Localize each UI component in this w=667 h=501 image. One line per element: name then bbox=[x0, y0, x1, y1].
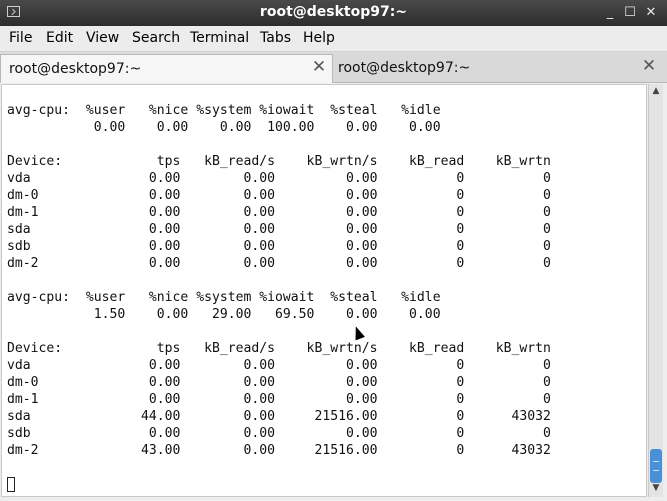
tab-close-icon[interactable]: ✕ bbox=[641, 58, 657, 75]
menu-edit[interactable]: Edit bbox=[46, 30, 73, 46]
scrollbar-thumb[interactable] bbox=[650, 449, 662, 483]
title-bar[interactable]: root@desktop97:~ _ ☐ ✕ bbox=[0, 0, 667, 26]
menu-search[interactable]: Search bbox=[132, 30, 180, 46]
text-cursor bbox=[7, 477, 15, 492]
window-title: root@desktop97:~ bbox=[259, 4, 408, 20]
terminal-text: avg-cpu: %user %nice %system %iowait %st… bbox=[7, 103, 551, 458]
minimize-icon[interactable]: _ bbox=[602, 5, 618, 21]
tab-bar: root@desktop97:~ ✕ root@desktop97:~ ✕ bbox=[0, 52, 667, 83]
scroll-up-icon[interactable]: ▲ bbox=[650, 84, 662, 98]
scroll-down-icon[interactable]: ▼ bbox=[650, 481, 662, 495]
terminal-window: root@desktop97:~ _ ☐ ✕ File Edit View Se… bbox=[0, 0, 667, 501]
terminal-output[interactable]: avg-cpu: %user %nice %system %iowait %st… bbox=[1, 84, 647, 497]
tab-close-icon[interactable]: ✕ bbox=[311, 59, 327, 76]
menu-terminal[interactable]: Terminal bbox=[190, 30, 249, 46]
menu-file[interactable]: File bbox=[9, 30, 32, 46]
vertical-scrollbar[interactable]: ▲ ▼ bbox=[648, 84, 663, 497]
menu-tabs[interactable]: Tabs bbox=[260, 30, 291, 46]
menu-view[interactable]: View bbox=[86, 30, 119, 46]
maximize-icon[interactable]: ☐ bbox=[622, 5, 638, 21]
tab-terminal-2[interactable]: root@desktop97:~ ✕ bbox=[333, 54, 667, 83]
tab-terminal-1[interactable]: root@desktop97:~ ✕ bbox=[0, 54, 333, 83]
menu-help[interactable]: Help bbox=[303, 30, 335, 46]
tab-label: root@desktop97:~ bbox=[338, 60, 471, 76]
menu-bar: File Edit View Search Terminal Tabs Help bbox=[0, 26, 667, 52]
close-icon[interactable]: ✕ bbox=[643, 5, 659, 21]
tab-label: root@desktop97:~ bbox=[9, 61, 142, 77]
